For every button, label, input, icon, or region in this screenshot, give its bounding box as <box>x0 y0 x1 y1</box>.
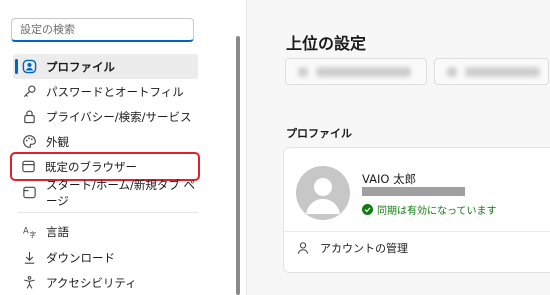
sidebar-item-label: 外観 <box>46 134 69 149</box>
blurred-chip-icon <box>298 67 308 77</box>
avatar[interactable] <box>296 166 350 220</box>
sidebar-item-label: パスワードとオートフィル <box>46 84 184 99</box>
sidebar-scrollbar[interactable] <box>236 36 240 295</box>
sidebar-item-accessibility[interactable]: アクセシビリティ <box>13 270 198 295</box>
sidebar-item-start-home-newtab[interactable]: スタート/ホーム/新規タブ ページ <box>13 178 198 208</box>
sync-status-text: 同期は有効になっています <box>377 206 497 217</box>
svg-text:字: 字 <box>29 230 36 239</box>
sidebar-item-languages[interactable]: A字 言語 <box>13 219 198 244</box>
lock-icon <box>21 109 37 125</box>
page-title: 上位の設定 <box>286 34 367 53</box>
sidebar-item-label: スタート/ホーム/新規タブ ページ <box>46 177 196 208</box>
sidebar-item-label: ダウンロード <box>46 250 115 265</box>
language-icon: A字 <box>21 224 37 240</box>
blurred-chip-label <box>316 67 411 77</box>
home-window-icon <box>21 185 37 201</box>
active-indicator <box>15 59 18 74</box>
sidebar-item-label: アクセシビリティ <box>46 275 137 290</box>
accessibility-icon <box>21 275 37 291</box>
sidebar-item-privacy[interactable]: プライバシー/検索/サービス <box>13 104 198 129</box>
person-icon <box>296 241 310 255</box>
quick-setting-chip[interactable] <box>434 58 549 85</box>
sidebar-item-label: 既定のブラウザー <box>45 159 137 174</box>
profile-icon <box>21 59 37 75</box>
sidebar-item-default-browser[interactable]: 既定のブラウザー <box>10 152 200 181</box>
svg-text:A: A <box>22 225 28 235</box>
profile-section-title: プロファイル <box>286 127 352 140</box>
sidebar-divider <box>18 212 198 213</box>
manage-accounts-link[interactable]: アカウントの管理 <box>296 240 408 256</box>
check-circle-icon <box>362 204 373 215</box>
sidebar-item-label: プロファイル <box>46 59 115 74</box>
card-divider <box>283 231 550 232</box>
browser-window-icon <box>20 159 36 175</box>
settings-sidebar: プロファイル パスワードとオートフィル プライバシー/検索/サービス 外観 既定 <box>0 0 247 295</box>
redacted-email <box>362 187 465 196</box>
sidebar-item-passwords[interactable]: パスワードとオートフィル <box>13 79 198 104</box>
profile-name: VAIO 太郎 <box>362 172 417 186</box>
settings-search-input[interactable] <box>11 18 194 42</box>
sidebar-item-label: プライバシー/検索/サービス <box>46 109 192 124</box>
manage-accounts-label: アカウントの管理 <box>320 242 408 255</box>
palette-icon <box>21 134 37 150</box>
sidebar-item-downloads[interactable]: ダウンロード <box>13 245 198 270</box>
sidebar-item-label: 言語 <box>46 224 69 239</box>
key-icon <box>21 84 37 100</box>
blurred-chip-icon <box>447 67 457 77</box>
quick-setting-chip[interactable] <box>285 58 427 85</box>
download-icon <box>21 250 37 266</box>
sidebar-item-profile[interactable]: プロファイル <box>13 54 198 79</box>
sync-status: 同期は有効になっています <box>362 202 497 217</box>
blurred-chip-label <box>465 67 540 77</box>
sidebar-item-appearance[interactable]: 外観 <box>13 129 198 154</box>
